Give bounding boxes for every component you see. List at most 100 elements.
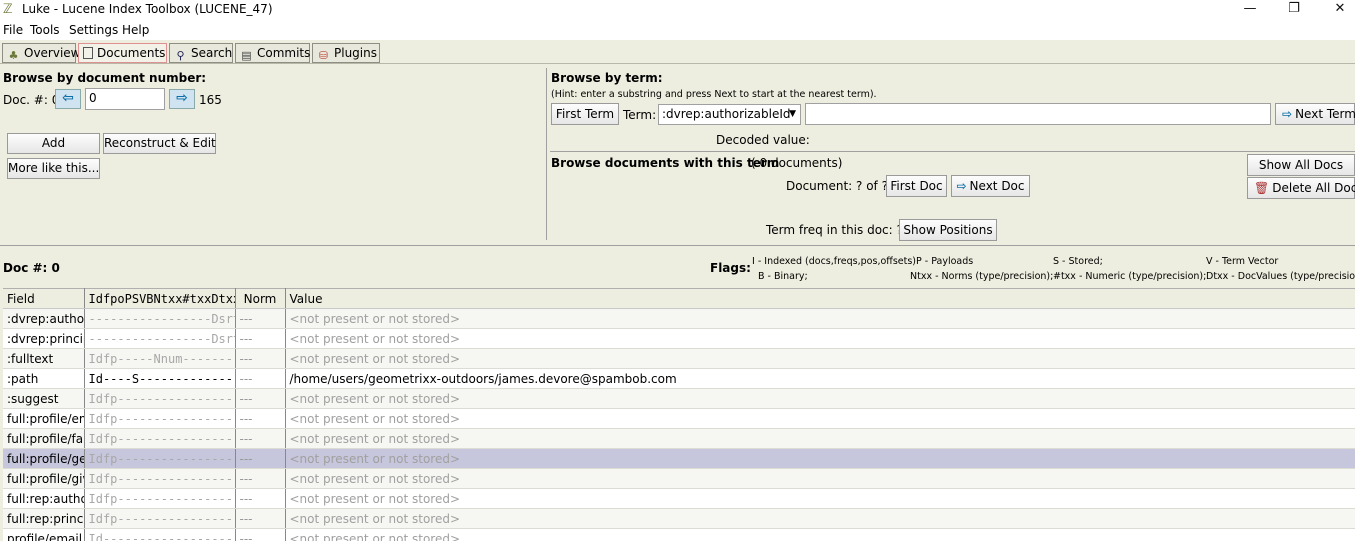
- next-doc-button[interactable]: ⇨: [169, 89, 195, 109]
- field-flags: -----------------Dsrt: [84, 308, 236, 329]
- table-row[interactable]: :path Id----S-------------- --- /home/us…: [3, 368, 1355, 389]
- next-term-button[interactable]: ⇨ Next Term: [1275, 103, 1355, 125]
- field-value: <not present or not stored>: [285, 428, 1355, 449]
- column-header-norm[interactable]: Norm: [235, 288, 286, 309]
- menu-file[interactable]: File: [3, 23, 23, 37]
- table-row-selected[interactable]: full:profile/ge Idfp----------------- --…: [3, 448, 1355, 469]
- browse-doc-heading: Browse by document number:: [3, 71, 207, 85]
- field-value: <not present or not stored>: [285, 488, 1355, 509]
- column-header-field[interactable]: Field: [3, 288, 85, 309]
- menu-help[interactable]: Help: [122, 23, 149, 37]
- field-value: <not present or not stored>: [285, 348, 1355, 369]
- field-name: full:profile/fan: [3, 428, 85, 449]
- field-name: :fulltext: [3, 348, 85, 369]
- field-flags: Idfp-----Nnum--------: [84, 348, 236, 369]
- field-flags: Id-------------------: [84, 528, 236, 541]
- field-norm: ---: [235, 508, 286, 529]
- table-row[interactable]: :dvrep:author -----------------Dsrt --- …: [3, 308, 1355, 329]
- tab-search[interactable]: ⚲ Search: [169, 43, 233, 63]
- table-row[interactable]: full:profile/em Idfp----------------- --…: [3, 408, 1355, 429]
- menu-settings[interactable]: Settings: [69, 23, 118, 37]
- tab-label: Documents: [97, 46, 166, 60]
- field-norm: ---: [235, 468, 286, 489]
- flag-legend-item: #txx - Numeric (type/precision);: [1053, 271, 1207, 282]
- field-name: profile/email: [3, 528, 85, 541]
- field-value: <not present or not stored>: [285, 448, 1355, 469]
- field-name: full:profile/em: [3, 408, 85, 429]
- more-like-this-button[interactable]: More like this...: [7, 158, 100, 179]
- next-doc-label: Next Doc: [969, 179, 1025, 193]
- field-flags: Idfp-----------------: [84, 508, 236, 529]
- table-row[interactable]: profile/email Id------------------- --- …: [3, 528, 1355, 541]
- section-divider: [0, 245, 1355, 246]
- arrow-left-icon: ⇦: [62, 90, 74, 106]
- field-norm: ---: [235, 368, 286, 389]
- minimize-button[interactable]: —: [1227, 0, 1273, 20]
- table-row[interactable]: :suggest Idfp----------------- --- <not …: [3, 388, 1355, 409]
- prev-doc-button[interactable]: ⇦: [55, 89, 81, 109]
- tab-label: Commits: [257, 46, 311, 60]
- term-section-divider: [550, 151, 1355, 152]
- maximize-button[interactable]: ❐: [1271, 0, 1317, 20]
- term-field-select[interactable]: :dvrep:authorizableId ▼: [658, 104, 801, 125]
- field-name: full:profile/ge: [3, 448, 85, 469]
- doc-number-label: Doc. #: 0: [3, 93, 60, 107]
- show-all-docs-button[interactable]: Show All Docs: [1247, 154, 1355, 176]
- field-value: <not present or not stored>: [285, 528, 1355, 541]
- table-row[interactable]: full:profile/giv Idfp----------------- -…: [3, 468, 1355, 489]
- arrow-right-icon: ⇨: [1282, 107, 1293, 121]
- show-positions-button[interactable]: Show Positions: [899, 219, 997, 241]
- tab-commits[interactable]: ▤ Commits: [235, 43, 310, 63]
- field-flags: Idfp-----------------: [84, 468, 236, 489]
- delete-all-docs-button[interactable]: 🗑 Delete All Docs: [1247, 177, 1355, 199]
- menu-tools[interactable]: Tools: [30, 23, 60, 37]
- column-header-flags[interactable]: IdfpoPSVBNtxx#txxDtxx: [84, 288, 236, 309]
- tree-icon: ♣: [8, 49, 19, 62]
- max-doc-label: 165: [199, 93, 222, 107]
- table-header-row: Field IdfpoPSVBNtxx#txxDtxx Norm Value: [3, 288, 1355, 309]
- arrow-right-icon: ⇨: [956, 179, 967, 193]
- tab-overview[interactable]: ♣ Overview: [2, 43, 81, 63]
- flags-label: Flags:: [710, 261, 751, 275]
- tab-label: Plugins: [334, 46, 377, 60]
- browse-term-heading: Browse by term:: [551, 71, 663, 85]
- tab-label: Overview: [24, 46, 81, 60]
- reconstruct-edit-button[interactable]: Reconstruct & Edit: [103, 133, 216, 154]
- term-doc-count: ( 0 documents): [751, 156, 843, 170]
- table-row[interactable]: full:profile/fan Idfp----------------- -…: [3, 428, 1355, 449]
- field-flags: Idfp-----------------: [84, 488, 236, 509]
- next-doc-term-button[interactable]: ⇨ Next Doc: [951, 175, 1030, 197]
- add-button[interactable]: Add: [7, 133, 100, 154]
- trash-icon: 🗑: [1254, 181, 1270, 195]
- flag-legend-item: I - Indexed (docs,freqs,pos,offsets): [752, 256, 916, 267]
- close-button[interactable]: ✕: [1317, 0, 1355, 20]
- search-icon: ⚲: [176, 49, 185, 62]
- first-term-button[interactable]: First Term: [551, 103, 619, 125]
- document-position: Document: ? of ?: [786, 179, 888, 193]
- table-row[interactable]: :fulltext Idfp-----Nnum-------- --- <not…: [3, 348, 1355, 369]
- doc-number-input[interactable]: 0: [85, 88, 165, 110]
- flag-legend-item: B - Binary;: [758, 271, 808, 282]
- field-norm: ---: [235, 348, 286, 369]
- field-flags: Idfp-----------------: [84, 428, 236, 449]
- menu-bar: File Tools Settings Help: [0, 20, 1355, 40]
- field-name: full:rep:princi: [3, 508, 85, 529]
- document-icon: [83, 47, 93, 59]
- table-row[interactable]: :dvrep:princip -----------------Dsrt ---…: [3, 328, 1355, 349]
- field-value: <not present or not stored>: [285, 468, 1355, 489]
- term-input[interactable]: [805, 103, 1271, 125]
- field-value: <not present or not stored>: [285, 408, 1355, 429]
- first-doc-button[interactable]: First Doc: [886, 175, 947, 197]
- tab-documents[interactable]: Documents: [78, 43, 167, 63]
- field-norm: ---: [235, 488, 286, 509]
- field-value: <not present or not stored>: [285, 328, 1355, 349]
- field-name: full:rep:autho: [3, 488, 85, 509]
- column-header-value[interactable]: Value: [285, 288, 1355, 309]
- arrow-right-icon: ⇨: [176, 90, 188, 106]
- tab-plugins[interactable]: ⛁ Plugins: [312, 43, 380, 63]
- plugins-icon: ⛁: [318, 49, 329, 62]
- luke-app-icon: ℤ: [3, 2, 13, 17]
- field-norm: ---: [235, 448, 286, 469]
- table-row[interactable]: full:rep:princi Idfp----------------- --…: [3, 508, 1355, 529]
- table-row[interactable]: full:rep:autho Idfp----------------- ---…: [3, 488, 1355, 509]
